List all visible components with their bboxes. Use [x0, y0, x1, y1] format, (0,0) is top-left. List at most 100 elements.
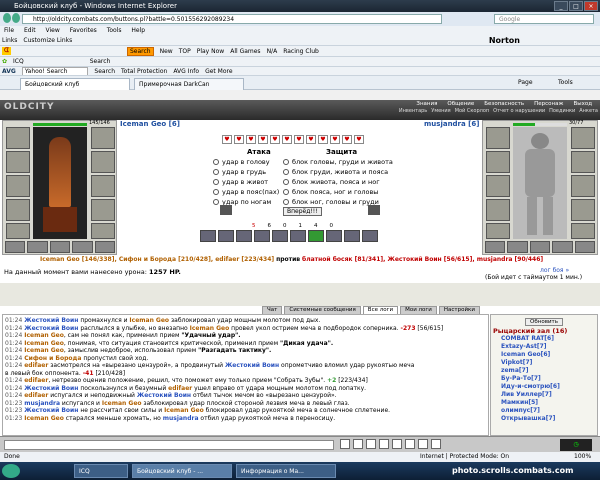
skill-icon[interactable] [344, 230, 360, 242]
skill-icon[interactable] [272, 230, 288, 242]
game-menu-security[interactable]: Безопасность [484, 101, 524, 107]
enemy-slot-e[interactable] [574, 241, 596, 253]
log-target[interactable]: Жестокий Воин [225, 362, 279, 369]
heart-icon[interactable]: ♥ [294, 135, 304, 144]
enemy-weapon-slot[interactable] [486, 151, 510, 173]
chat-icon[interactable] [340, 439, 350, 449]
enemy-earrings-slot[interactable] [571, 127, 595, 149]
sub-profile[interactable]: Анкета [579, 108, 598, 114]
room-player[interactable]: Иду-и-смотрю[6] [501, 383, 595, 391]
customize-links[interactable]: Customize Links [23, 37, 72, 44]
game-menu-knowledge[interactable]: Знания [416, 101, 437, 107]
menu-favorites[interactable]: Favorites [70, 27, 97, 34]
room-player[interactable]: zema[7] [501, 367, 595, 375]
log-actor[interactable]: Жестокий Воин [24, 385, 78, 392]
radio-icon[interactable] [213, 169, 219, 175]
chat-input[interactable] [4, 440, 334, 450]
yahoo-search-input[interactable]: Yahoo! Search [21, 67, 89, 75]
minimize-button[interactable]: _ [554, 1, 568, 11]
forward-button[interactable]: Вперёд!!! [283, 207, 322, 216]
enemy-slot-a[interactable] [485, 241, 506, 253]
room-player[interactable]: Мамкин[5] [501, 399, 595, 407]
avg-info-button[interactable]: AVG Info [173, 68, 199, 75]
log-actor[interactable]: Жестокий Воин [24, 325, 78, 332]
racing-club-button[interactable]: Racing Club [283, 48, 319, 55]
sub-inventory[interactable]: Инвентарь [399, 108, 427, 114]
slot-e[interactable] [94, 241, 116, 253]
start-button[interactable] [2, 464, 20, 478]
log-target[interactable]: Iceman Geo [190, 325, 230, 332]
chat-icon[interactable] [379, 439, 389, 449]
total-protection-button[interactable]: Total Protection [121, 68, 167, 75]
radio-icon[interactable] [213, 189, 219, 195]
top-button[interactable]: TOP [179, 48, 191, 55]
chat-icon[interactable] [431, 439, 441, 449]
radio-icon[interactable] [213, 179, 219, 185]
radio-icon[interactable] [283, 159, 289, 165]
log-actor[interactable]: Iceman Geo [24, 347, 64, 354]
room-player[interactable]: Iceman Geo[6] [501, 351, 595, 359]
game-menu-exit[interactable]: Выход [573, 101, 592, 107]
all-games-button[interactable]: All Games [230, 48, 260, 55]
ring-slot[interactable] [6, 223, 30, 239]
log-actor[interactable]: musjandra [24, 400, 60, 407]
skill-icon[interactable] [236, 230, 252, 242]
chat-icon[interactable] [366, 439, 376, 449]
enemy-slot-c[interactable] [529, 241, 551, 253]
menu-view[interactable]: View [46, 27, 60, 34]
game-menu-character[interactable]: Персонаж [534, 101, 563, 107]
log-actor[interactable]: Iceman Geo [24, 415, 64, 422]
heart-icon[interactable]: ♥ [354, 135, 364, 144]
chat-icon[interactable] [405, 439, 415, 449]
log-actor[interactable]: Сифон и Борода [24, 355, 81, 362]
room-player[interactable]: Vipkot[7] [501, 359, 595, 367]
chat-icon[interactable] [353, 439, 363, 449]
enemy-helmet-slot[interactable] [486, 127, 510, 149]
heart-icon[interactable]: ♥ [318, 135, 328, 144]
sub-battles[interactable]: Поединки [549, 108, 575, 114]
taskbar-icq[interactable]: ICQ [74, 464, 128, 478]
slot-c[interactable] [49, 241, 71, 253]
menu-file[interactable]: File [4, 27, 14, 34]
player-left-name[interactable]: Iceman Geo [6] [120, 120, 180, 128]
tab-fitting-room[interactable]: Примерочная DarkCan [134, 78, 244, 90]
attack-option[interactable]: удар в грудь [213, 167, 288, 177]
skill-icon[interactable] [218, 230, 234, 242]
radio-icon[interactable] [213, 199, 219, 205]
enemy-gloves-slot[interactable] [571, 151, 595, 173]
log-target[interactable]: Жестокий Воин [137, 392, 191, 399]
get-more-button[interactable]: Get More [205, 68, 232, 75]
enemy-ring-slot[interactable] [486, 223, 510, 239]
address-bar[interactable]: http://oldcity.combats.com/buttons.pl?ba… [22, 14, 442, 24]
skill-icon[interactable] [308, 230, 324, 242]
slot-d[interactable] [72, 241, 93, 253]
defense-option[interactable]: блок груди, живота и пояса [283, 167, 393, 177]
room-player[interactable]: олимпус[7] [501, 407, 595, 415]
player-right-name[interactable]: musjandra [6] [424, 120, 479, 128]
enemy-slot-d[interactable] [552, 241, 573, 253]
heart-icon[interactable]: ♥ [342, 135, 352, 144]
gloves-slot[interactable] [91, 151, 115, 173]
armor-slot[interactable] [6, 175, 30, 197]
icq-search-button[interactable]: Search [90, 58, 111, 65]
log-target[interactable]: edifaer [168, 385, 192, 392]
enemy-shield-slot[interactable] [571, 175, 595, 197]
defense-option[interactable]: блок живота, пояса и ног [283, 177, 393, 187]
log-actor[interactable]: edifaer [24, 362, 48, 369]
heart-icon[interactable]: ♥ [282, 135, 292, 144]
heart-icon[interactable]: ♥ [234, 135, 244, 144]
sub-report[interactable]: Отчет о нарушении [493, 108, 545, 114]
skill-icon[interactable] [290, 230, 306, 242]
search-input[interactable]: Google [494, 14, 594, 24]
attack-option[interactable]: удар в живот [213, 177, 288, 187]
battle-log-link[interactable]: лог боя » [540, 267, 569, 274]
skill-icon[interactable] [362, 230, 378, 242]
refresh-button[interactable]: Обновить [525, 318, 563, 326]
shield-slot[interactable] [91, 175, 115, 197]
room-player[interactable]: Бу-Ра-То[7] [501, 375, 595, 383]
radio-icon[interactable] [283, 199, 289, 205]
enemy-armor-slot[interactable] [486, 175, 510, 197]
room-player[interactable]: Extazy-Ast[7] [501, 343, 595, 351]
page-menu[interactable]: Page [518, 79, 533, 86]
back-icon[interactable] [3, 13, 11, 23]
